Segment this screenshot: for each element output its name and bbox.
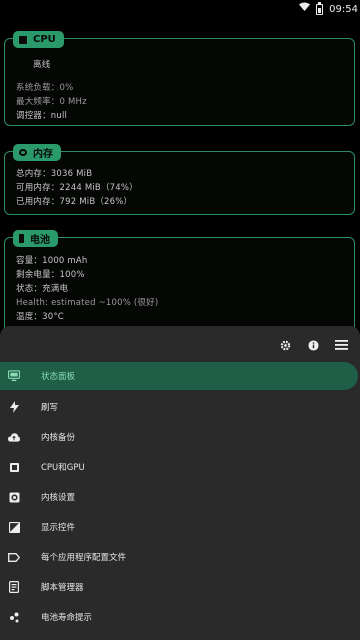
nav-item-cpu-gpu[interactable]: CPU和GPU	[0, 452, 360, 482]
cpu-icon	[19, 35, 27, 44]
nav-menu: 状态面板 刷写 内核备份 CPU和GPU 内核设置 显示控件 每个应用程序配置文…	[0, 362, 360, 632]
nav-item-kernel-settings[interactable]: 内核设置	[0, 482, 360, 512]
settings-icon	[8, 491, 20, 503]
battery-health: Health: estimated ~100% (很好)	[16, 298, 159, 308]
nav-item-label: 内核设置	[41, 493, 76, 503]
nav-item-label: 内核备份	[41, 433, 76, 443]
memory-used: 已用内存：792 MiB（26%）	[16, 197, 133, 207]
cpu-state: 离线	[33, 60, 51, 70]
battery-card: 电池 容量：1000 mAh 剩余电量：100% 状态：充满电 Health: …	[4, 230, 355, 337]
scatter-icon	[8, 611, 20, 623]
nav-item-label: 脚本管理器	[41, 583, 84, 593]
navigation-sheet: 状态面板 刷写 内核备份 CPU和GPU 内核设置 显示控件 每个应用程序配置文…	[0, 326, 360, 640]
menu-icon[interactable]	[334, 338, 348, 352]
status-time: 09:54	[329, 3, 358, 15]
battery-status: 状态：充满电	[16, 284, 69, 294]
battery-capacity: 容量：1000 mAh	[16, 256, 88, 266]
nav-item-label: 状态面板	[41, 372, 76, 382]
nav-item-per-app-profiles[interactable]: 每个应用程序配置文件	[0, 542, 360, 572]
memory-total: 总内存：3036 MiB	[16, 169, 93, 179]
cpu-icon	[8, 461, 20, 473]
memory-card: 内存 总内存：3036 MiB 可用内存：2244 MiB（74%） 已用内存：…	[4, 144, 355, 215]
script-icon	[8, 581, 20, 593]
nav-item-label: 电池寿命提示	[41, 613, 93, 623]
nav-item-flash[interactable]: 刷写	[0, 392, 360, 422]
memory-icon	[19, 149, 27, 156]
cpu-card-title: CPU	[33, 34, 56, 45]
nav-item-battery-tips[interactable]: 电池寿命提示	[0, 602, 360, 632]
cpu-max-freq: 最大频率：0 MHz	[16, 97, 87, 107]
battery-level-text: 剩余电量：100%	[16, 270, 85, 280]
sheet-actions	[278, 338, 348, 352]
nav-item-label: 显示控件	[41, 523, 76, 533]
brightness-icon	[8, 521, 20, 533]
nav-item-label: CPU和GPU	[41, 463, 85, 473]
nav-item-display-controls[interactable]: 显示控件	[0, 512, 360, 542]
memory-card-title: 内存	[33, 149, 53, 160]
cpu-governor: 调控器：null	[16, 111, 68, 121]
status-bar: 09:54	[0, 0, 360, 20]
flash-icon	[8, 401, 20, 413]
nav-item-kernel-backup[interactable]: 内核备份	[0, 422, 360, 452]
monitor-icon	[8, 370, 20, 382]
battery-card-badge: 电池	[13, 230, 58, 247]
nav-item-dashboard[interactable]: 状态面板	[0, 362, 358, 390]
cloud-upload-icon	[8, 431, 20, 443]
cpu-load: 系统负载：0%	[16, 83, 74, 93]
info-icon[interactable]	[306, 338, 320, 352]
nav-item-label: 每个应用程序配置文件	[41, 553, 127, 563]
memory-available: 可用内存：2244 MiB（74%）	[16, 183, 138, 193]
gear-icon[interactable]	[278, 338, 292, 352]
battery-card-title: 电池	[30, 235, 50, 246]
memory-card-badge: 内存	[13, 144, 61, 161]
wifi-icon	[299, 2, 311, 16]
cpu-card-badge: CPU	[13, 31, 64, 48]
label-icon	[8, 551, 20, 563]
battery-card-icon	[19, 234, 24, 243]
nav-item-script-manager[interactable]: 脚本管理器	[0, 572, 360, 602]
battery-icon	[316, 1, 324, 15]
battery-level	[318, 8, 322, 13]
battery-temperature: 温度：30°C	[16, 312, 64, 322]
nav-item-label: 刷写	[41, 403, 59, 413]
cpu-card: CPU 离线 系统负载：0% 最大频率：0 MHz 调控器：null	[4, 31, 355, 126]
